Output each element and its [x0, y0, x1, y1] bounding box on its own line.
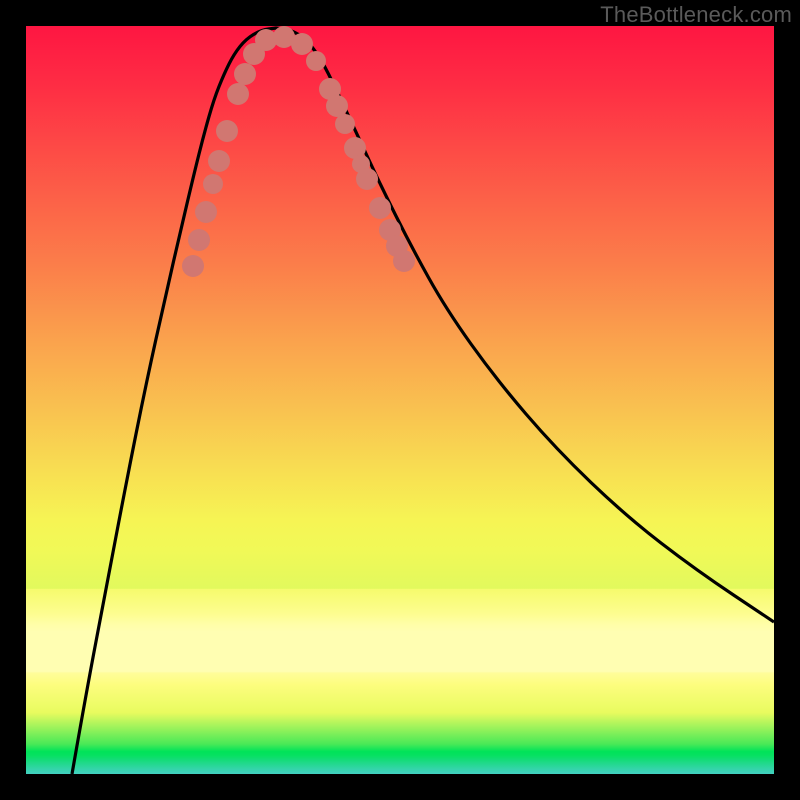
data-marker: [356, 168, 378, 190]
data-marker: [306, 51, 326, 71]
chart-frame: [26, 26, 774, 774]
data-marker: [326, 95, 348, 117]
data-marker: [188, 229, 210, 251]
data-marker: [369, 197, 391, 219]
marker-layer: [182, 26, 415, 277]
data-marker: [195, 201, 217, 223]
data-marker: [216, 120, 238, 142]
data-marker: [208, 150, 230, 172]
data-marker: [393, 250, 415, 272]
chart-svg: [26, 26, 774, 774]
data-marker: [203, 174, 223, 194]
bottleneck-curve: [72, 28, 774, 774]
data-marker: [182, 255, 204, 277]
data-marker: [335, 114, 355, 134]
data-marker: [234, 63, 256, 85]
data-marker: [291, 33, 313, 55]
curve-layer: [72, 28, 774, 774]
data-marker: [227, 83, 249, 105]
watermark-text: TheBottleneck.com: [600, 2, 792, 28]
